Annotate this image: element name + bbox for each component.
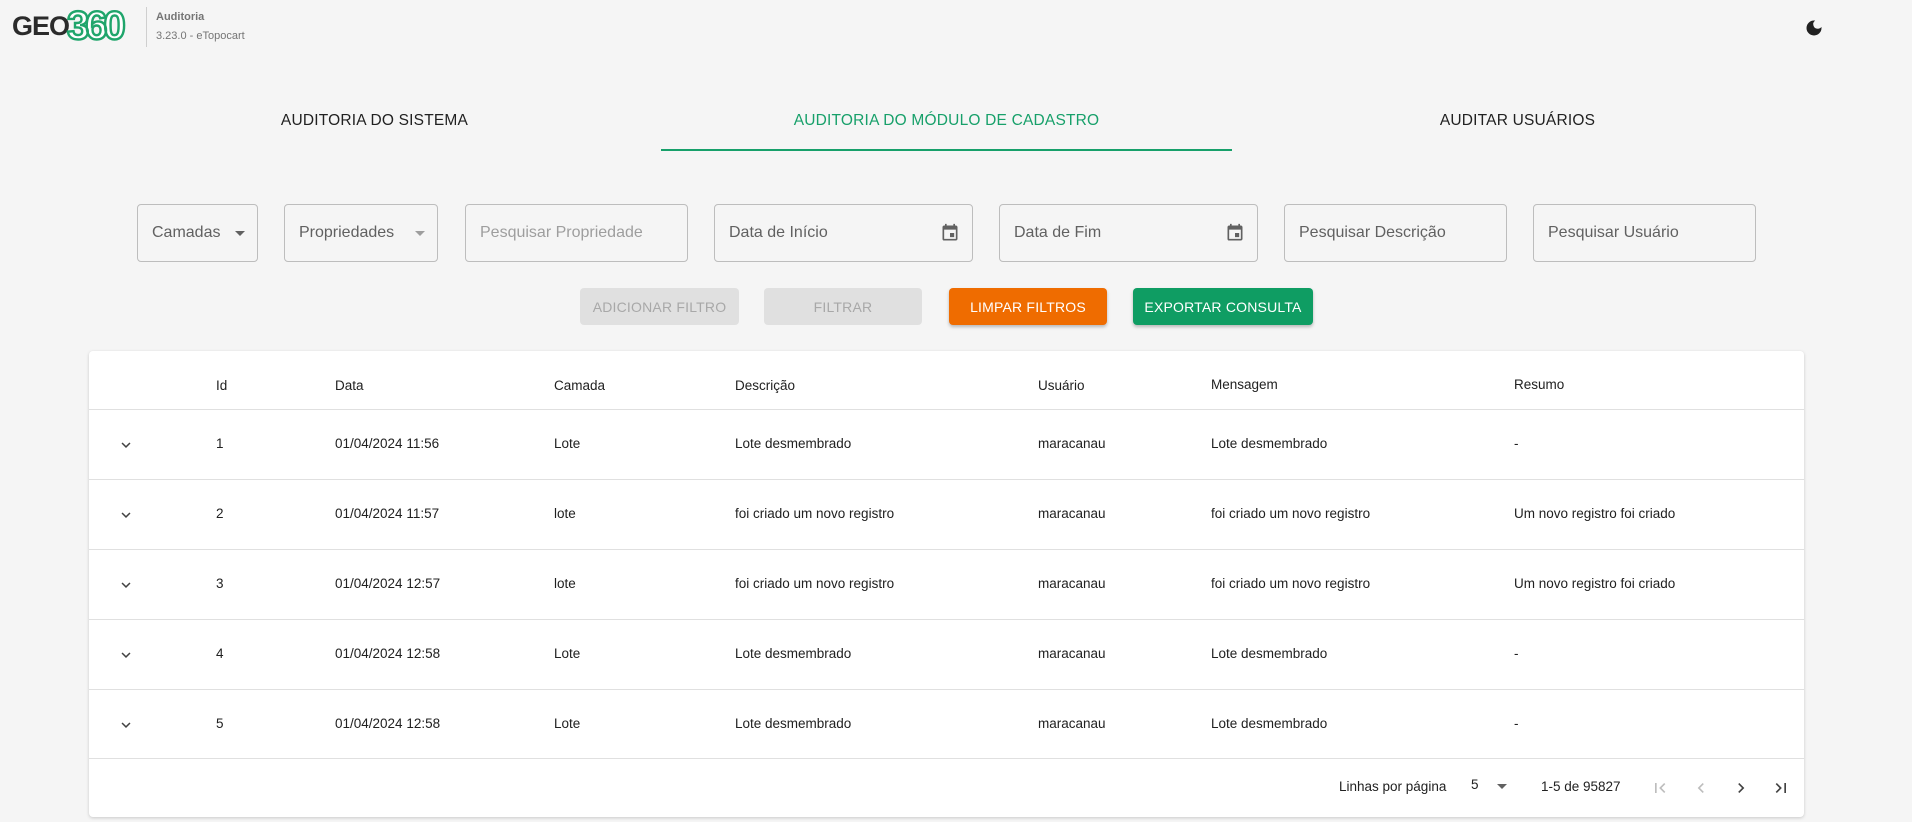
tab-auditar-usuarios[interactable]: AUDITAR USUÁRIOS	[1232, 90, 1803, 152]
cell-data: 01/04/2024 11:56	[335, 436, 440, 451]
cell-resumo: Um novo registro foi criado	[1514, 506, 1676, 521]
cell-id: 2	[216, 506, 224, 521]
cell-camada: lote	[554, 576, 576, 591]
cell-id: 4	[216, 646, 224, 661]
table-row[interactable]: 1 01/04/2024 11:56 Lote Lote desmembrado…	[89, 409, 1804, 479]
app-version: 3.23.0 - eTopocart	[156, 30, 245, 42]
chevron-down-icon[interactable]	[114, 503, 138, 527]
rows-per-page-select[interactable]: 5	[1471, 777, 1509, 797]
active-tab-indicator	[661, 149, 1232, 151]
data-inicio-label: Data de Início	[729, 224, 828, 241]
column-header-id[interactable]: Id	[216, 378, 227, 393]
cell-usuario: maracanau	[1038, 716, 1106, 731]
propriedades-select-value: Propriedades	[299, 224, 395, 241]
table-row[interactable]: 3 01/04/2024 12:57 lote foi criado um no…	[89, 549, 1804, 619]
next-page-icon[interactable]	[1729, 776, 1753, 800]
cell-mensagem: Lote desmembrado	[1211, 436, 1328, 451]
cell-mensagem: Lote desmembrado	[1211, 716, 1328, 731]
cell-data: 01/04/2024 11:57	[335, 506, 440, 521]
cell-descricao: Lote desmembrado	[735, 436, 852, 451]
data-fim-label: Data de Fim	[1014, 224, 1102, 241]
column-header-data[interactable]: Data	[335, 378, 364, 393]
cell-usuario: maracanau	[1038, 436, 1106, 451]
table-row[interactable]: 5 01/04/2024 12:58 Lote Lote desmembrado…	[89, 689, 1804, 759]
cell-id: 3	[216, 576, 224, 591]
camadas-select-value: Camadas	[152, 224, 221, 241]
data-inicio-field[interactable]: Data de Início	[714, 204, 973, 262]
column-header-usuario[interactable]: Usuário	[1038, 378, 1085, 393]
cell-usuario: maracanau	[1038, 576, 1106, 591]
last-page-icon[interactable]	[1769, 776, 1793, 800]
calendar-icon[interactable]	[1225, 223, 1245, 248]
tab-auditoria-modulo-cadastro[interactable]: AUDITORIA DO MÓDULO DE CADASTRO	[661, 90, 1232, 152]
table-pagination: Linhas por página 5 1-5 de 95827	[89, 758, 1804, 817]
cell-resumo: -	[1514, 716, 1519, 731]
prev-page-icon[interactable]	[1689, 776, 1713, 800]
pesquisar-usuario-input[interactable]: Pesquisar Usuário	[1533, 204, 1756, 262]
pesquisar-propriedade-placeholder: Pesquisar Propriedade	[480, 224, 643, 241]
cell-usuario: maracanau	[1038, 506, 1106, 521]
rows-per-page-value: 5	[1471, 777, 1479, 792]
logo-text-360: 360	[66, 4, 127, 48]
cell-data: 01/04/2024 12:58	[335, 646, 441, 661]
pesquisar-usuario-placeholder: Pesquisar Usuário	[1548, 224, 1679, 241]
column-header-resumo[interactable]: Resumo	[1514, 377, 1564, 392]
chevron-down-icon[interactable]	[114, 713, 138, 737]
rows-per-page-label: Linhas por página	[1339, 779, 1447, 794]
cell-data: 01/04/2024 12:58	[335, 716, 441, 731]
cell-descricao: Lote desmembrado	[735, 646, 852, 661]
cell-data: 01/04/2024 12:57	[335, 576, 441, 591]
caret-down-icon	[1497, 784, 1507, 789]
cell-resumo: Um novo registro foi criado	[1514, 576, 1676, 591]
cell-id: 5	[216, 716, 224, 731]
cell-descricao: foi criado um novo registro	[735, 576, 895, 591]
pesquisar-descricao-placeholder: Pesquisar Descrição	[1299, 224, 1446, 241]
adicionar-filtro-button[interactable]: ADICIONAR FILTRO	[580, 288, 739, 325]
top-bar: GEO 360 Auditoria 3.23.0 - eTopocart	[0, 0, 1912, 56]
cell-camada: Lote	[554, 646, 581, 661]
moon-icon	[1806, 20, 1822, 36]
caret-down-icon	[415, 231, 425, 236]
table-row[interactable]: 4 01/04/2024 12:58 Lote Lote desmembrado…	[89, 619, 1804, 689]
chevron-down-icon[interactable]	[114, 573, 138, 597]
theme-toggle-button[interactable]	[1802, 16, 1826, 40]
pagination-range: 1-5 de 95827	[1541, 779, 1621, 794]
cell-mensagem: foi criado um novo registro	[1211, 576, 1371, 591]
calendar-icon[interactable]	[940, 223, 960, 248]
column-header-mensagem[interactable]: Mensagem	[1211, 377, 1278, 392]
cell-descricao: Lote desmembrado	[735, 716, 852, 731]
header-divider	[146, 7, 147, 47]
tab-auditoria-sistema[interactable]: AUDITORIA DO SISTEMA	[89, 90, 660, 152]
pesquisar-descricao-input[interactable]: Pesquisar Descrição	[1284, 204, 1507, 262]
filtrar-button[interactable]: FILTRAR	[764, 288, 922, 325]
cell-camada: Lote	[554, 716, 581, 731]
app-title: Auditoria	[156, 11, 205, 23]
column-header-descricao[interactable]: Descrição	[735, 378, 795, 393]
caret-down-icon	[235, 231, 245, 236]
audit-table: Id Data Camada Descrição Usuário Mensage…	[89, 351, 1804, 817]
column-header-camada[interactable]: Camada	[554, 378, 605, 393]
data-fim-field[interactable]: Data de Fim	[999, 204, 1258, 262]
geo360-logo: GEO 360	[12, 4, 127, 48]
pesquisar-propriedade-input[interactable]: Pesquisar Propriedade	[465, 204, 688, 262]
chevron-down-icon[interactable]	[114, 433, 138, 457]
exportar-consulta-button[interactable]: EXPORTAR CONSULTA	[1133, 288, 1313, 325]
chevron-down-icon[interactable]	[114, 643, 138, 667]
logo-text-geo: GEO	[12, 10, 70, 41]
cell-descricao: foi criado um novo registro	[735, 506, 895, 521]
cell-mensagem: foi criado um novo registro	[1211, 506, 1371, 521]
cell-usuario: maracanau	[1038, 646, 1106, 661]
propriedades-select[interactable]: Propriedades	[284, 204, 438, 262]
cell-resumo: -	[1514, 646, 1519, 661]
cell-camada: Lote	[554, 436, 581, 451]
limpar-filtros-button[interactable]: LIMPAR FILTROS	[949, 288, 1107, 325]
cell-mensagem: Lote desmembrado	[1211, 646, 1328, 661]
table-row[interactable]: 2 01/04/2024 11:57 lote foi criado um no…	[89, 479, 1804, 549]
cell-id: 1	[216, 436, 224, 451]
camadas-select[interactable]: Camadas	[137, 204, 258, 262]
cell-resumo: -	[1514, 436, 1519, 451]
first-page-icon[interactable]	[1648, 776, 1672, 800]
cell-camada: lote	[554, 506, 576, 521]
